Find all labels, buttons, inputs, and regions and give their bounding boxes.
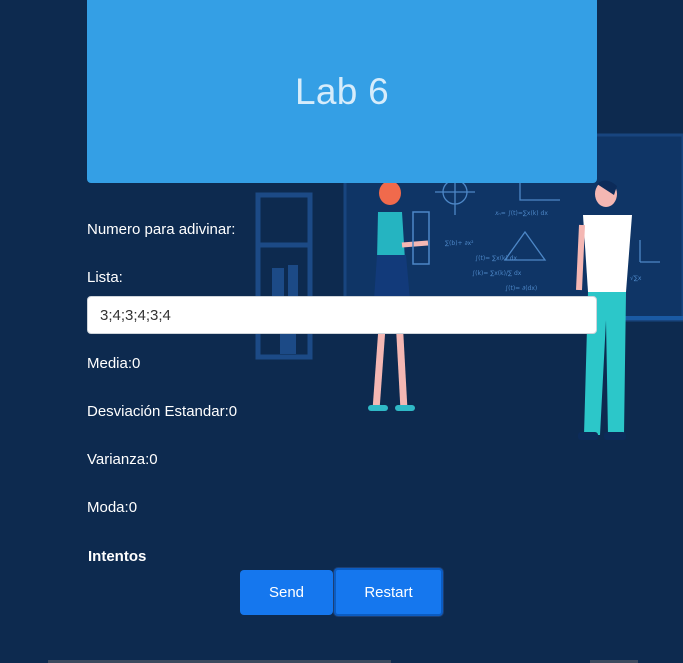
mean-value: Media:0 (87, 355, 141, 372)
variance-value: Varianza:0 (87, 451, 158, 468)
svg-text:𝑥ₙ= ∫(t)=∑x(k) dx: 𝑥ₙ= ∫(t)=∑x(k) dx (495, 210, 548, 217)
list-label: Lista: (87, 269, 123, 286)
svg-text:∫(t)= ∂(dx): ∫(t)= ∂(dx) (505, 285, 537, 292)
restart-button[interactable]: Restart (334, 568, 443, 616)
guess-number-label: Numero para adivinar: (87, 221, 236, 238)
svg-text:∑(b)+ ∂x²: ∑(b)+ ∂x² (445, 240, 474, 247)
mode-value: Moda:0 (87, 499, 138, 516)
svg-text:∫(k)= ∑x(k)/∑ dx: ∫(k)= ∑x(k)/∑ dx (472, 270, 522, 277)
attempts-heading: Intentos (88, 548, 147, 565)
svg-text:√∑x: √∑x (630, 275, 642, 282)
header-card: Lab 6 (87, 0, 597, 183)
list-input[interactable] (87, 296, 597, 334)
std-dev-value: Desviación Estandar:0 (87, 403, 238, 420)
send-button[interactable]: Send (240, 570, 333, 615)
page-title: Lab 6 (294, 70, 390, 112)
svg-text:∫(t)= ∑x(k) dx: ∫(t)= ∑x(k) dx (475, 255, 518, 262)
